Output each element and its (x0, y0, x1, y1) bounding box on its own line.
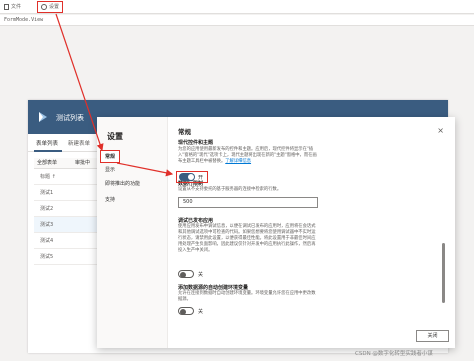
table-header-all[interactable]: 全部表单 (34, 158, 72, 168)
app-title: 测试列表 (56, 114, 84, 122)
active-tab-indicator (34, 150, 62, 152)
watermark: CSDN @数字化转型实践者小谋 (355, 351, 433, 357)
env-var-title: 添加数据源的自动创建环境变量 (178, 285, 249, 291)
toggle-knob (188, 174, 194, 180)
nav-item-display[interactable]: 显示 (105, 166, 115, 173)
debug-app-title: 调试已发布应用 (178, 218, 214, 224)
toggle-knob (180, 308, 186, 315)
app-logo-icon (39, 112, 47, 122)
modern-controls-toggle-state: 开 (198, 175, 204, 181)
nav-item-support[interactable]: 支持 (105, 196, 115, 203)
data-row-limit-input[interactable]: 500 (178, 197, 318, 208)
toggle-knob (180, 271, 186, 278)
debug-app-toggle-state: 关 (198, 272, 204, 278)
modern-controls-toggle[interactable] (179, 173, 195, 181)
tab-new-form[interactable]: 新建表单 (68, 139, 90, 147)
dialog-title: 设置 (107, 132, 123, 141)
data-row-limit-description: 设置从不支持委托的基于服务器的连接中检索的行数。 (178, 187, 282, 192)
env-var-description: 允许在连接到数据时自动创建环境变量。环境变量允许您在应用中更改数据源。 (178, 291, 316, 302)
settings-label: 设置 (49, 4, 60, 10)
settings-content: 常规 现代控件和主题 为您的应用使用最新发布的控件和主题。应用后，现代控件将显示… (175, 117, 450, 348)
gear-icon (41, 4, 47, 10)
top-toolbar: 文件 设置 (0, 0, 474, 14)
modern-controls-title: 现代控件和主题 (178, 140, 214, 146)
file-icon (4, 4, 9, 10)
env-var-toggle[interactable] (178, 307, 194, 315)
close-button[interactable]: 关闭 (416, 330, 449, 342)
scrollbar-track[interactable] (441, 130, 445, 335)
formula-bar[interactable]: FormMode.View (0, 15, 474, 26)
settings-dialog: 设置 常规 显示 即将推出的功能 支持 常规 现代控件和主题 为您的应用使用最新… (97, 117, 455, 348)
learn-more-link[interactable]: 了解详细信息 (225, 159, 251, 164)
env-var-toggle-state: 关 (198, 309, 204, 315)
debug-app-toggle[interactable] (178, 270, 194, 278)
tab-form-list[interactable]: 表单列表 (36, 139, 58, 147)
file-menu-button[interactable]: 文件 (4, 3, 21, 11)
nav-item-general[interactable]: 常规 (100, 150, 121, 163)
settings-button[interactable]: 设置 (37, 1, 64, 13)
file-menu-label: 文件 (11, 4, 22, 10)
section-heading: 常规 (178, 128, 191, 136)
formula-text: FormMode.View (4, 17, 44, 23)
scrollbar-thumb[interactable] (442, 243, 445, 303)
debug-app-description: 使用应用发布中调试信息，以便在调试已发布的应用时，应用将在会话式和其他调试选项中… (178, 224, 316, 253)
nav-item-upcoming-features[interactable]: 即将推出的功能 (105, 180, 140, 187)
settings-nav: 设置 常规 显示 即将推出的功能 支持 (97, 117, 168, 348)
modern-controls-description: 为您的应用使用最新发布的控件和主题。应用后，现代控件将显示在"插入"窗格的"现代… (178, 147, 318, 165)
